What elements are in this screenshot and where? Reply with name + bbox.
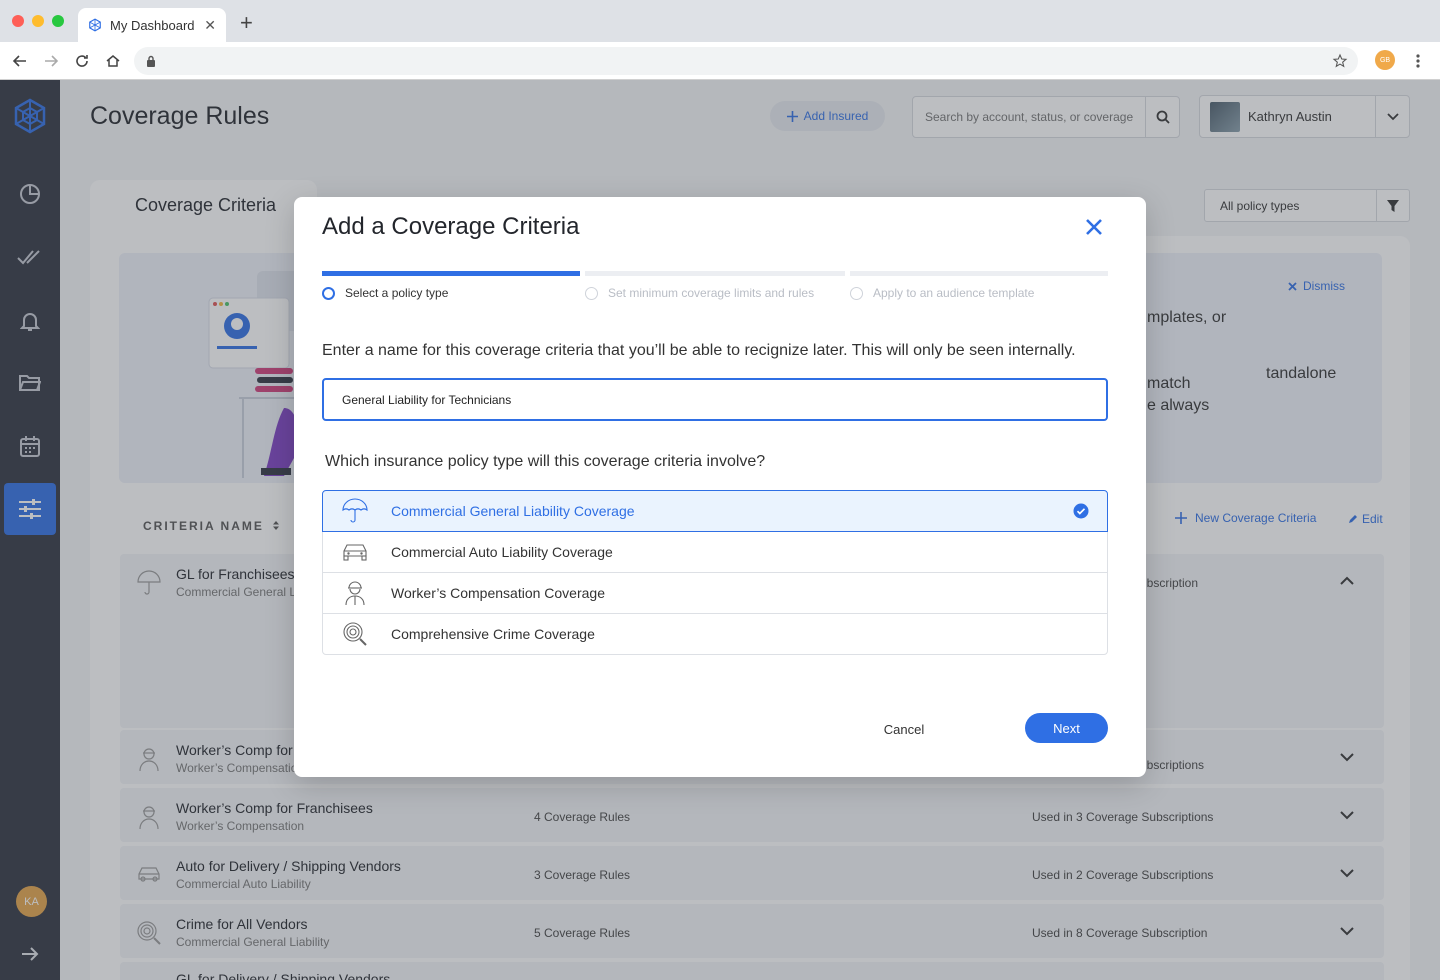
step-radio: [585, 286, 598, 300]
close-icon[interactable]: [1084, 217, 1104, 237]
umbrella-icon: [341, 497, 369, 525]
address-bar: [0, 42, 1440, 80]
tab-title: My Dashboard: [110, 17, 195, 33]
option-label: Worker’s Compensation Coverage: [391, 585, 605, 601]
option-label: Commercial General Liability Coverage: [391, 503, 635, 519]
new-tab-button[interactable]: +: [240, 12, 253, 34]
policy-type-question: Which insurance policy type will this co…: [325, 453, 766, 470]
step-label: Set minimum coverage limits and rules: [608, 286, 815, 300]
cancel-button[interactable]: Cancel: [874, 715, 934, 743]
modal-title: Add a Coverage Criteria: [322, 213, 580, 240]
browser-tab[interactable]: My Dashboard ✕: [78, 8, 226, 42]
step-radio: [850, 286, 863, 300]
back-icon[interactable]: [10, 51, 30, 71]
step-progress-3: [850, 271, 1108, 276]
forward-icon[interactable]: [41, 51, 61, 71]
next-button[interactable]: Next: [1025, 713, 1108, 743]
option-comprehensive-crime[interactable]: Comprehensive Crime Coverage: [322, 613, 1108, 655]
tab-close-icon[interactable]: ✕: [204, 17, 216, 34]
step-apply-audience-template[interactable]: Apply to an audience template: [850, 286, 1034, 300]
app-favicon-icon: [89, 18, 101, 32]
step-label: Select a policy type: [345, 286, 449, 300]
car-icon: [341, 538, 369, 566]
reload-icon[interactable]: [72, 51, 92, 71]
lock-icon: [147, 55, 155, 67]
fingerprint-icon: [341, 620, 369, 648]
name-prompt: Enter a name for this coverage criteria …: [322, 342, 1076, 359]
option-label: Comprehensive Crime Coverage: [391, 626, 595, 642]
browser-menu-icon[interactable]: [1415, 53, 1421, 69]
check-circle-icon: [1073, 503, 1089, 519]
step-progress-2: [585, 271, 845, 276]
step-set-minimum-coverage[interactable]: Set minimum coverage limits and rules: [585, 286, 814, 300]
url-field[interactable]: [134, 47, 1358, 75]
minimize-window-button[interactable]: [32, 15, 44, 27]
worker-icon: [341, 579, 369, 607]
step-select-policy-type[interactable]: Select a policy type: [322, 286, 448, 300]
criteria-name-input[interactable]: [322, 378, 1108, 421]
option-label: Commercial Auto Liability Coverage: [391, 544, 613, 560]
option-commercial-general-liability[interactable]: Commercial General Liability Coverage: [322, 490, 1108, 532]
option-commercial-auto-liability[interactable]: Commercial Auto Liability Coverage: [322, 531, 1108, 573]
browser-tab-bar: My Dashboard ✕ +: [0, 0, 1440, 42]
step-progress-1: [322, 271, 580, 276]
add-coverage-criteria-modal: Add a Coverage Criteria Select a policy …: [294, 197, 1146, 777]
step-radio: [322, 286, 335, 300]
option-workers-compensation[interactable]: Worker’s Compensation Coverage: [322, 572, 1108, 614]
close-window-button[interactable]: [12, 15, 24, 27]
browser-profile-avatar[interactable]: GB: [1375, 50, 1395, 70]
home-icon[interactable]: [103, 51, 123, 71]
maximize-window-button[interactable]: [52, 15, 64, 27]
step-label: Apply to an audience template: [873, 286, 1035, 300]
policy-type-options: Commercial General Liability Coverage Co…: [322, 490, 1108, 655]
bookmark-star-icon[interactable]: [1332, 53, 1348, 69]
